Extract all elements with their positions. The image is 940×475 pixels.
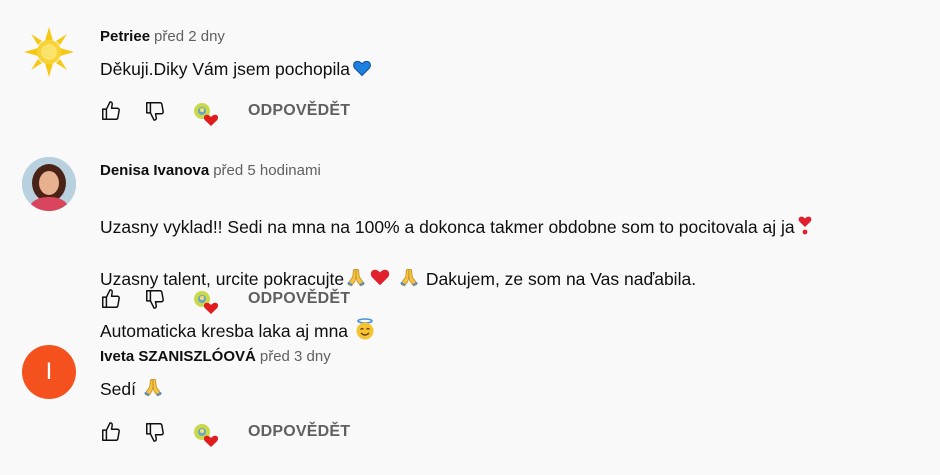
creator-heart-icon (192, 100, 220, 128)
comment-actions: ODPOVĚDĚT (100, 421, 400, 445)
comment-time[interactable]: před 5 hodinami (213, 162, 321, 179)
comment-actions: ODPOVĚDĚT (100, 288, 400, 312)
comment-time[interactable]: před 2 dny (154, 28, 225, 45)
comment-text: Sedí (100, 376, 165, 402)
folded-hands-emoji (142, 376, 164, 398)
comment-header: Iveta SZANISZLÓOVÁ před 3 dny (100, 348, 331, 366)
red-heart-emoji (369, 266, 391, 288)
author-name[interactable]: Petriee (100, 28, 150, 45)
reply-button[interactable]: ODPOVĚDĚT (248, 290, 350, 308)
reply-button[interactable]: ODPOVĚDĚT (248, 423, 350, 441)
smiling-halo-emoji (356, 318, 374, 340)
sun-avatar[interactable] (22, 25, 76, 79)
heart-exclamation-emoji (798, 216, 811, 235)
like-icon[interactable] (100, 288, 122, 310)
comment-line: Sedí (100, 379, 136, 399)
comment-line: Děkuji.Diky Vám jsem pochopila (100, 59, 350, 79)
comment-time[interactable]: před 3 dny (260, 348, 331, 365)
comment-header: Petriee před 2 dny (100, 28, 225, 46)
dislike-icon[interactable] (144, 421, 166, 443)
folded-hands-emoji (345, 266, 367, 288)
dislike-icon[interactable] (144, 288, 166, 310)
creator-heart-icon (192, 421, 220, 449)
author-name[interactable]: Denisa Ivanova (100, 162, 209, 179)
letter-avatar[interactable]: I (22, 345, 76, 399)
comment-text: Uzasny vyklad!! Sedi na mna na 100% a do… (100, 188, 815, 370)
comment-actions: ODPOVĚDĚT (100, 100, 400, 124)
comment-line: Automaticka kresba laka aj mna (100, 321, 349, 341)
comment-header: Denisa Ivanova před 5 hodinami (100, 162, 321, 180)
avatar-letter: I (45, 358, 53, 385)
blue-heart-emoji (353, 60, 371, 77)
like-icon[interactable] (100, 421, 122, 443)
reply-button[interactable]: ODPOVĚDĚT (248, 102, 350, 120)
comment-line: Uzasny talent, urcite pokracujte (100, 269, 345, 289)
comment-text: Děkuji.Diky Vám jsem pochopila (100, 56, 374, 82)
like-icon[interactable] (100, 100, 122, 122)
author-name[interactable]: Iveta SZANISZLÓOVÁ (100, 348, 256, 365)
comment-line: Dakujem, ze som na Vas naďabila. (425, 269, 697, 289)
dislike-icon[interactable] (144, 100, 166, 122)
creator-heart-icon (192, 288, 220, 316)
comment-line: Uzasny vyklad!! Sedi na mna na 100% a do… (100, 217, 795, 237)
folded-hands-emoji (398, 266, 420, 288)
photo-avatar[interactable] (22, 157, 76, 211)
